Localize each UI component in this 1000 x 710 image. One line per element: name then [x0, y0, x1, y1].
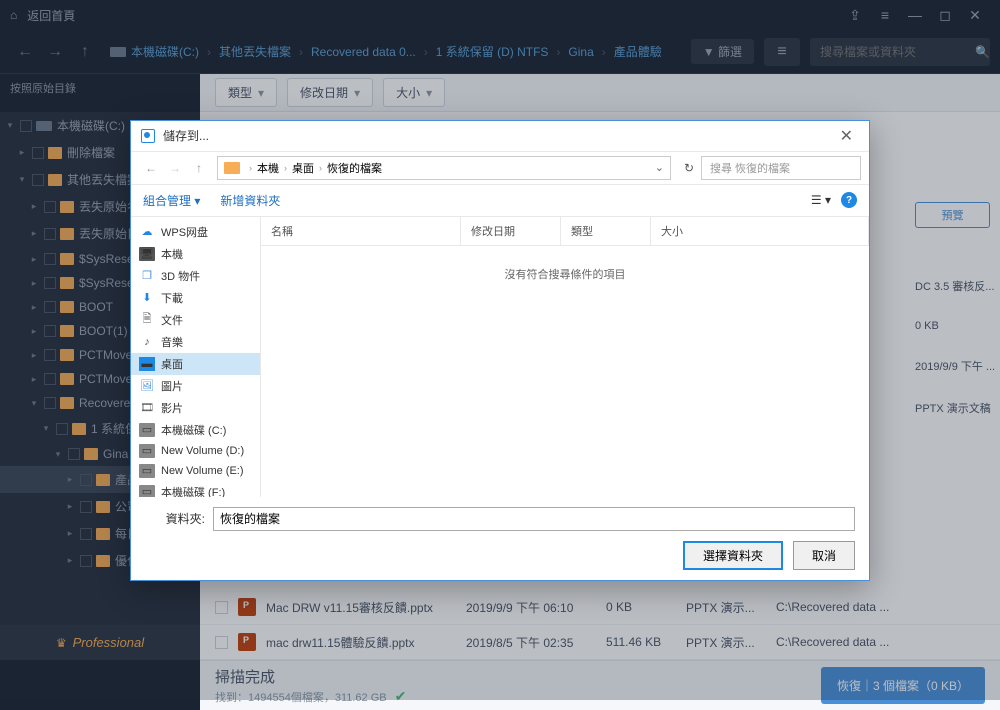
folder-icon: [224, 162, 240, 174]
app-icon: [141, 129, 155, 143]
dialog-sidebar-item[interactable]: 🗎文件: [131, 309, 260, 331]
hdd-icon: ▭: [139, 485, 155, 497]
view-mode-icon[interactable]: ☰ ▾: [811, 193, 831, 207]
dialog-sidebar-item[interactable]: ▭New Volume (D:): [131, 441, 260, 461]
dlg-back-icon[interactable]: ←: [139, 161, 163, 175]
dialog-sidebar-item[interactable]: ▭本機磁碟 (C:): [131, 419, 260, 441]
dlg-up-icon[interactable]: ↑: [187, 161, 211, 175]
dialog-sidebar-item[interactable]: ♪音樂: [131, 331, 260, 353]
dialog-toolbar: 組合管理 ▾ 新增資料夾 ☰ ▾ ?: [131, 185, 869, 217]
cloud-icon: ☁: [139, 225, 155, 239]
pc-icon: 🖥: [139, 247, 155, 261]
dlg-fwd-icon[interactable]: →: [163, 161, 187, 175]
pic-icon: 🖼: [139, 379, 155, 393]
dialog-sidebar: ☁WPS网盘🖥本機❒3D 物件⬇下載🗎文件♪音樂▬桌面🖼圖片🎞影片▭本機磁碟 (…: [131, 217, 261, 497]
doc-icon: 🗎: [139, 313, 155, 327]
dialog-sidebar-item[interactable]: 🖼圖片: [131, 375, 260, 397]
empty-message: 沒有符合搜尋條件的項目: [261, 246, 869, 497]
dialog-columns: 名稱 修改日期 類型 大小: [261, 217, 869, 246]
dialog-sidebar-item[interactable]: ☁WPS网盘: [131, 221, 260, 243]
dialog-sidebar-item[interactable]: ▬桌面: [131, 353, 260, 375]
dialog-sidebar-item[interactable]: ⬇下載: [131, 287, 260, 309]
dialog-sidebar-item[interactable]: ▭New Volume (E:): [131, 461, 260, 481]
save-dialog: 儲存到... ✕ ← → ↑ › 本機› 桌面› 恢復的檔案 ⌄ ↻ 搜尋 恢復…: [130, 120, 870, 581]
refresh-icon[interactable]: ↻: [677, 161, 701, 175]
dialog-titlebar: 儲存到... ✕: [131, 121, 869, 151]
cancel-button[interactable]: 取消: [793, 541, 855, 570]
dialog-title: 儲存到...: [163, 127, 209, 144]
folder-label: 資料夾:: [145, 510, 205, 527]
dialog-sidebar-item[interactable]: ▭本機磁碟 (F:): [131, 481, 260, 497]
dialog-sidebar-item[interactable]: 🎞影片: [131, 397, 260, 419]
path-dropdown-icon[interactable]: ⌄: [655, 161, 664, 174]
dialog-nav: ← → ↑ › 本機› 桌面› 恢復的檔案 ⌄ ↻ 搜尋 恢復的檔案: [131, 151, 869, 185]
dialog-sidebar-item[interactable]: ❒3D 物件: [131, 265, 260, 287]
new-folder-button[interactable]: 新增資料夾: [220, 192, 280, 209]
dialog-sidebar-item[interactable]: 🖥本機: [131, 243, 260, 265]
hdd-icon: ▭: [139, 464, 155, 478]
hdd-icon: ▭: [139, 423, 155, 437]
select-folder-button[interactable]: 選擇資料夾: [683, 541, 783, 570]
dl-icon: ⬇: [139, 291, 155, 305]
vid-icon: 🎞: [139, 401, 155, 415]
col-date[interactable]: 修改日期: [461, 217, 561, 245]
help-icon[interactable]: ?: [841, 192, 857, 208]
music-icon: ♪: [139, 335, 155, 349]
cube-icon: ❒: [139, 269, 155, 283]
col-name[interactable]: 名稱: [261, 217, 461, 245]
dialog-filelist: 名稱 修改日期 類型 大小 沒有符合搜尋條件的項目: [261, 217, 869, 497]
dialog-overlay: 儲存到... ✕ ← → ↑ › 本機› 桌面› 恢復的檔案 ⌄ ↻ 搜尋 恢復…: [0, 0, 1000, 700]
organize-button[interactable]: 組合管理 ▾: [143, 192, 200, 209]
hdd-icon: ▭: [139, 444, 155, 458]
folder-input[interactable]: [213, 507, 855, 531]
dialog-footer: 資料夾: 選擇資料夾 取消: [131, 497, 869, 580]
desk-icon: ▬: [139, 357, 155, 371]
col-type[interactable]: 類型: [561, 217, 651, 245]
dialog-search[interactable]: 搜尋 恢復的檔案: [701, 156, 861, 180]
dialog-path[interactable]: › 本機› 桌面› 恢復的檔案 ⌄: [217, 156, 671, 180]
dialog-close-icon[interactable]: ✕: [834, 126, 859, 146]
col-size[interactable]: 大小: [651, 217, 869, 245]
